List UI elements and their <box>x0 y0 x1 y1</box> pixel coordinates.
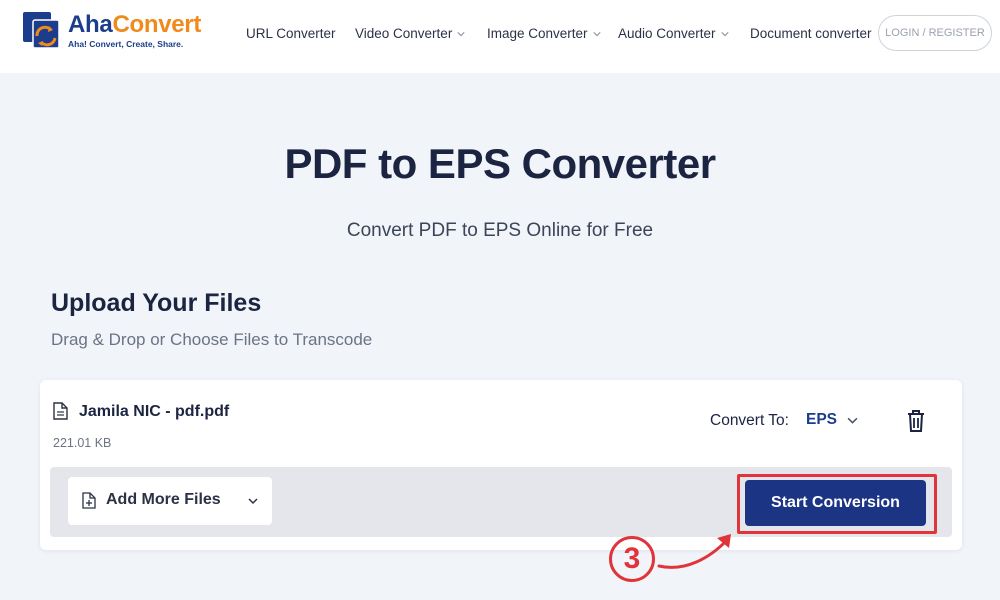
nav-item-label: Image Converter <box>487 26 588 41</box>
add-file-icon <box>82 492 96 509</box>
brand-tagline: Aha! Convert, Create, Share. <box>68 39 184 49</box>
annotation-step-badge: 3 <box>609 536 655 582</box>
chevron-down-icon <box>592 31 601 36</box>
nav-item-label: Document converter <box>750 26 872 41</box>
nav-item-label: Audio Converter <box>618 26 716 41</box>
convert-to-label: Convert To: <box>710 412 789 429</box>
selected-format: EPS <box>806 411 838 428</box>
chevron-down-icon <box>847 417 858 424</box>
annotation-arrow-icon <box>657 534 731 569</box>
chevron-down-icon <box>457 31 465 36</box>
upload-section-subtitle: Drag & Drop or Choose Files to Transcode <box>51 330 373 349</box>
logo-mark-icon <box>23 12 60 49</box>
top-navigation-bar: AhaConvert Aha! Convert, Create, Share. … <box>0 0 1000 73</box>
page-subtitle: Convert PDF to EPS Online for Free <box>346 220 654 241</box>
nav-item-audio-converter[interactable]: Audio Converter <box>618 26 729 41</box>
start-conversion-button[interactable]: Start Conversion <box>745 480 926 526</box>
nav-item-url-converter[interactable]: URL Converter <box>246 26 336 41</box>
nav-item-label: URL Converter <box>246 26 336 41</box>
upload-section-title: Upload Your Files <box>51 289 262 317</box>
nav-item-image-converter[interactable]: Image Converter <box>487 26 601 41</box>
brand-name-part1: Aha <box>68 11 113 38</box>
logo-text: AhaConvert Aha! Convert, Create, Share. <box>68 13 201 50</box>
output-format-select[interactable]: EPS <box>806 411 858 429</box>
file-name: Jamila NIC - pdf.pdf <box>79 403 230 420</box>
chevron-down-icon <box>248 498 258 505</box>
login-register-button[interactable]: LOGIN / REGISTER <box>878 15 992 51</box>
nav-item-document-converter[interactable]: Document converter <box>750 26 872 41</box>
page-title: PDF to EPS Converter <box>284 140 716 187</box>
document-icon <box>53 402 68 420</box>
brand-name-part2: Convert <box>112 11 202 38</box>
add-more-files-button[interactable]: Add More Files <box>68 477 272 525</box>
brand-name: AhaConvert <box>68 13 201 37</box>
nav-item-label: Video Converter <box>355 26 453 41</box>
nav-item-video-converter[interactable]: Video Converter <box>355 26 465 41</box>
brand-logo[interactable]: AhaConvert Aha! Convert, Create, Share. <box>22 11 201 51</box>
chevron-down-icon <box>720 31 729 36</box>
file-size: 221.01 KB <box>53 436 112 450</box>
add-more-files-label: Add More Files <box>106 491 221 508</box>
trash-icon[interactable] <box>906 409 926 433</box>
